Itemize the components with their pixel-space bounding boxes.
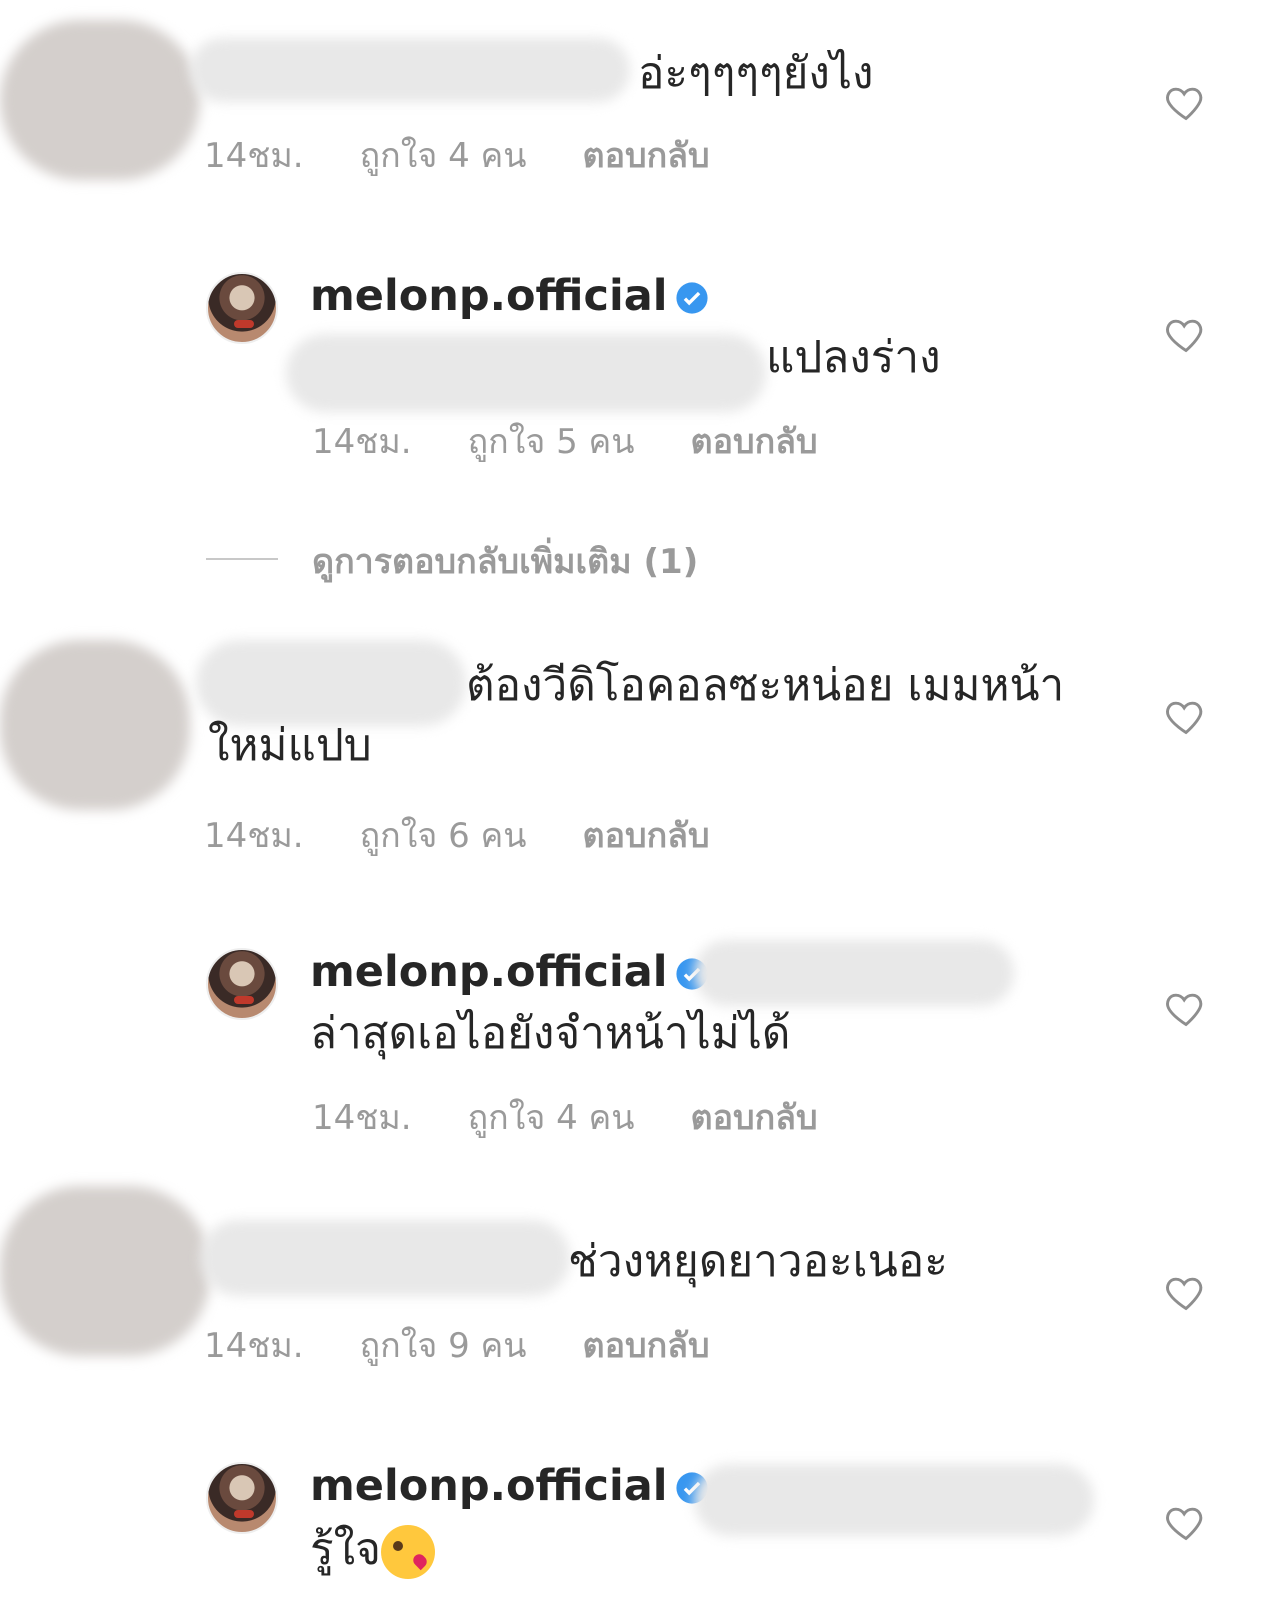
blurred-username	[200, 1220, 570, 1296]
likes-count[interactable]: ถูกใจ 5 คน	[468, 414, 635, 468]
reply-header: melonp.official	[310, 266, 709, 326]
heart-icon[interactable]	[1164, 312, 1208, 356]
comment-time: 14ชม.	[204, 1326, 304, 1366]
comment-time: 14ชม.	[204, 816, 304, 856]
blurred-mention	[694, 940, 1014, 1006]
blurred-avatar	[0, 20, 200, 180]
reply-button[interactable]: ตอบกลับ	[583, 1318, 710, 1372]
avatar[interactable]	[206, 1462, 278, 1534]
verified-badge-icon	[676, 282, 709, 314]
blurred-avatar	[0, 1186, 210, 1356]
comment-meta: 14ชม. ถูกใจ 9 คน ตอบกลับ	[204, 1318, 710, 1372]
view-more-replies[interactable]: ดูการตอบกลับเพิ่มเติม (1)	[312, 534, 698, 588]
heart-icon[interactable]	[1164, 1500, 1208, 1544]
blurred-username	[196, 640, 466, 726]
avatar[interactable]	[206, 948, 278, 1020]
kissing-face-emoji-icon	[380, 1525, 435, 1579]
blurred-mention	[286, 334, 766, 412]
comment-text: แปลงร่าง	[766, 332, 941, 383]
blurred-username	[190, 38, 630, 102]
comment-time: 14ชม.	[204, 136, 304, 176]
comment-time: 14ชม.	[312, 422, 412, 462]
comment-meta: 14ชม. ถูกใจ 4 คน ตอบกลับ	[312, 1090, 818, 1144]
reply-button[interactable]: ตอบกลับ	[691, 1090, 818, 1144]
comment-meta: 14ชม. ถูกใจ 4 คน ตอบกลับ	[204, 128, 710, 182]
likes-count[interactable]: ถูกใจ 4 คน	[468, 1090, 635, 1144]
comment-meta: 14ชม. ถูกใจ 5 คน ตอบกลับ	[312, 414, 818, 468]
thread-divider	[206, 558, 278, 560]
comment-text: ล่าสุดเอไอยังจำหน้าไม่ได้	[310, 1008, 791, 1059]
username[interactable]: melonp.official	[310, 271, 667, 321]
username[interactable]: melonp.official	[310, 1461, 667, 1511]
reply-button[interactable]: ตอบกลับ	[691, 414, 818, 468]
likes-count[interactable]: ถูกใจ 9 คน	[360, 1318, 527, 1372]
likes-count[interactable]: ถูกใจ 6 คน	[360, 808, 527, 862]
blurred-mention	[694, 1464, 1094, 1536]
comment-text: อ่ะๆๆๆๆยังไง	[638, 48, 874, 99]
avatar[interactable]	[206, 272, 278, 344]
comment-meta: 14ชม. ถูกใจ 6 คน ตอบกลับ	[204, 808, 710, 862]
reply-header: melonp.official	[310, 942, 709, 1002]
username[interactable]: melonp.official	[310, 947, 667, 997]
comment-time: 14ชม.	[312, 1098, 412, 1138]
reply-header: melonp.official	[310, 1456, 709, 1516]
comment-text: ช่วงหยุดยาวอะเนอะ	[568, 1236, 948, 1287]
comment-text-row: รู้ใจ	[310, 1520, 435, 1580]
heart-icon[interactable]	[1164, 986, 1208, 1030]
reply-button[interactable]: ตอบกลับ	[583, 808, 710, 862]
heart-icon[interactable]	[1164, 694, 1208, 738]
comment-text: รู้ใจ	[310, 1524, 381, 1575]
comment-text-line2: ใหม่แปบ	[208, 720, 372, 771]
heart-icon[interactable]	[1164, 80, 1208, 124]
blurred-avatar	[0, 640, 190, 810]
reply-button[interactable]: ตอบกลับ	[583, 128, 710, 182]
comment-text-line1: ต้องวีดิโอคอลซะหน่อย เมมหน้า	[466, 660, 1065, 711]
heart-icon[interactable]	[1164, 1270, 1208, 1314]
likes-count[interactable]: ถูกใจ 4 คน	[360, 128, 527, 182]
